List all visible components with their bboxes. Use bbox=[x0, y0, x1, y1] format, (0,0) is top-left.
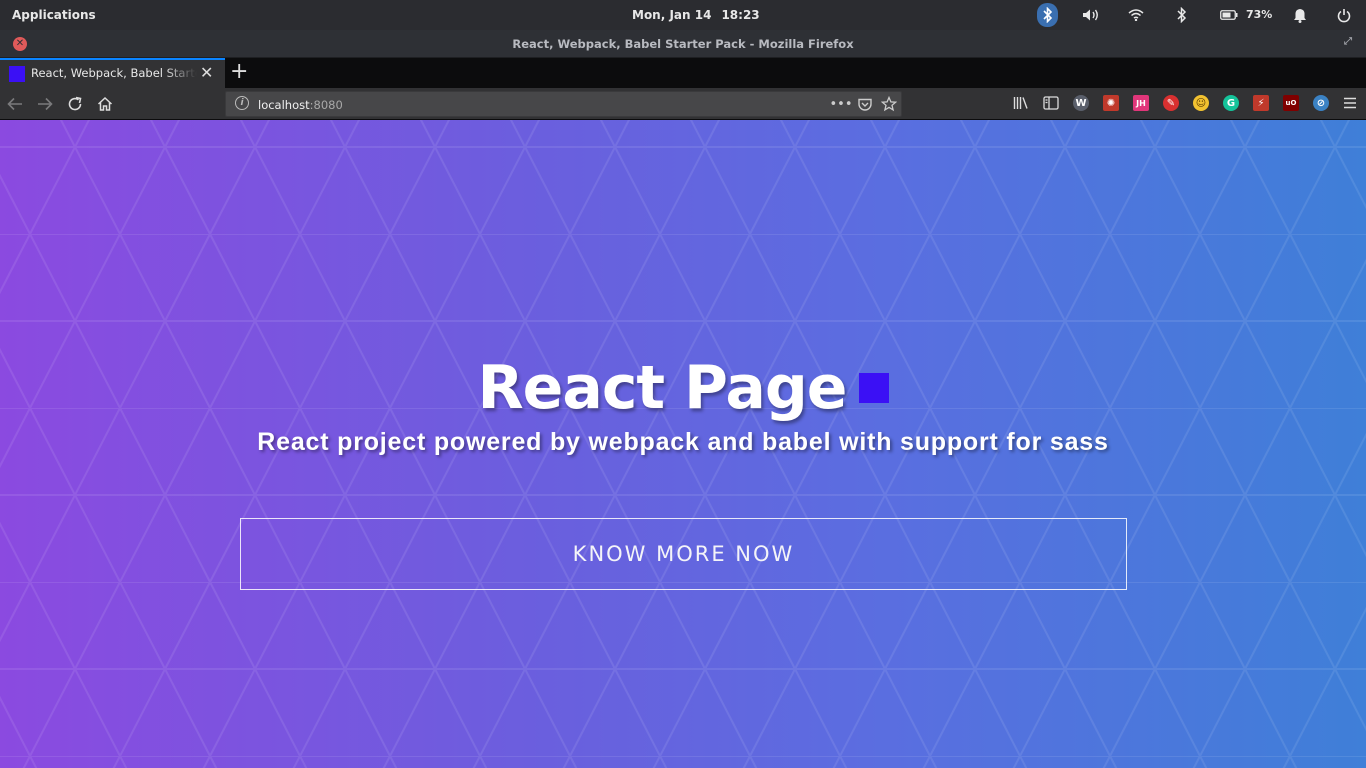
reload-icon[interactable] bbox=[64, 93, 86, 115]
flag-extension-icon[interactable]: ✎ bbox=[1163, 95, 1179, 111]
wrapped-extension-icon[interactable]: ✺ bbox=[1103, 95, 1119, 111]
jh-extension-icon[interactable]: JH bbox=[1133, 95, 1149, 111]
power-icon[interactable] bbox=[1335, 0, 1353, 30]
grammarly-icon[interactable]: G bbox=[1223, 95, 1239, 111]
notifications-bell-icon[interactable] bbox=[1291, 0, 1309, 30]
clock[interactable]: Mon, Jan 14 18:23 bbox=[632, 8, 760, 22]
volume-icon[interactable] bbox=[1081, 0, 1103, 30]
date-label: Mon, Jan 14 bbox=[632, 8, 712, 22]
new-tab-button[interactable]: + bbox=[230, 60, 248, 84]
privacy-badger-icon[interactable]: ⊘ bbox=[1313, 95, 1329, 111]
hamburger-menu-icon[interactable] bbox=[1342, 95, 1358, 111]
sidebar-toggle-icon[interactable] bbox=[1043, 95, 1059, 111]
logo-square bbox=[858, 373, 889, 404]
hero-title-text: React Page bbox=[477, 353, 847, 423]
page-actions-menu-icon[interactable]: ••• bbox=[830, 95, 853, 113]
window-title-bar[interactable]: ✕ React, Webpack, Babel Starter Pack - M… bbox=[0, 30, 1366, 58]
page-content: React Page React project powered by webp… bbox=[0, 120, 1366, 768]
know-more-button[interactable]: KNOW MORE NOW bbox=[240, 518, 1127, 590]
tab-active[interactable]: React, Webpack, Babel Starter Pack ✕ bbox=[0, 58, 225, 88]
time-label: 18:23 bbox=[721, 8, 760, 22]
pocket-icon[interactable] bbox=[856, 95, 874, 113]
hero-title: React Page bbox=[0, 348, 1366, 428]
hero-subtitle: React project powered by webpack and bab… bbox=[257, 428, 1109, 456]
tab-favicon-icon bbox=[9, 66, 25, 82]
home-icon[interactable] bbox=[94, 93, 116, 115]
url-port: :8080 bbox=[309, 98, 343, 112]
site-info-icon[interactable]: i bbox=[235, 96, 249, 110]
bluetooth-icon[interactable] bbox=[1172, 0, 1192, 30]
bookmark-star-icon[interactable] bbox=[880, 95, 898, 113]
tab-strip: React, Webpack, Babel Starter Pack ✕ + bbox=[0, 58, 1366, 88]
ublock-origin-icon[interactable]: uO bbox=[1283, 95, 1299, 111]
window-title: React, Webpack, Babel Starter Pack - Moz… bbox=[512, 37, 854, 51]
applications-menu[interactable]: Applications bbox=[12, 8, 96, 22]
url-host: localhost bbox=[258, 98, 310, 112]
navigation-toolbar: i localhost:8080 ••• W ✺ JH ✎ ☺ G ⚡ uO ⊘ bbox=[0, 88, 1366, 120]
back-arrow-icon[interactable] bbox=[4, 93, 26, 115]
window-restore-icon[interactable]: ⤢ bbox=[1344, 36, 1352, 47]
tab-close-icon[interactable]: ✕ bbox=[200, 63, 213, 82]
redux-devtools-icon[interactable]: ⚡ bbox=[1253, 95, 1269, 111]
url-bar[interactable]: i localhost:8080 ••• bbox=[225, 91, 902, 117]
forward-arrow-icon[interactable] bbox=[34, 93, 56, 115]
library-icon[interactable] bbox=[1013, 95, 1029, 111]
emoji-extension-icon[interactable]: ☺ bbox=[1193, 95, 1209, 111]
wappalyzer-icon[interactable]: W bbox=[1073, 95, 1089, 111]
battery-percentage: 73% bbox=[1246, 8, 1273, 21]
url-text[interactable]: localhost:8080 bbox=[258, 98, 343, 112]
bluetooth-app-icon[interactable] bbox=[1037, 3, 1058, 27]
system-top-panel: Applications Mon, Jan 14 18:23 73% bbox=[0, 0, 1366, 30]
battery-icon[interactable] bbox=[1218, 0, 1240, 30]
wifi-icon[interactable] bbox=[1126, 0, 1146, 30]
tab-title: React, Webpack, Babel Starter Pack bbox=[31, 66, 197, 80]
